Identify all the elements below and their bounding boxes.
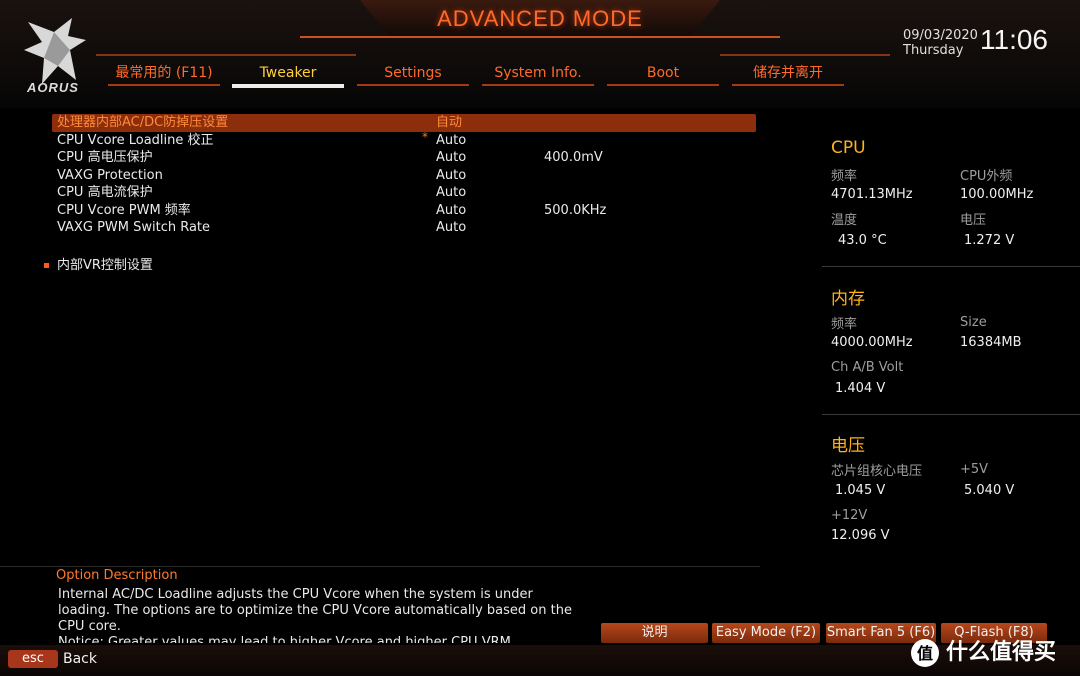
- watermark-logo-icon: 值: [911, 639, 939, 667]
- memory-title: 内存: [831, 289, 865, 309]
- setting-value: 自动: [436, 115, 463, 130]
- cpu-freq: 4701.13MHz: [831, 187, 913, 202]
- submenu-bullet-icon: [44, 263, 49, 268]
- setting-row-vaxg-protection[interactable]: VAXG Protection Auto: [52, 167, 756, 185]
- easy-mode-button[interactable]: Easy Mode (F2): [712, 623, 820, 643]
- submenu-label: 内部VR控制设置: [57, 258, 153, 273]
- settings-list: 处理器内部AC/DC防掉压设置 自动 CPU Vcore Loadline 校正…: [52, 114, 756, 237]
- cpu-bclk-label: CPU外频: [960, 169, 1013, 184]
- title-underline: [300, 36, 780, 38]
- p5v-value: 5.040 V: [964, 483, 1015, 498]
- description-body-cut: Notice: Greater values may lead to highe…: [58, 635, 511, 643]
- memory-panel: 内存 频率 Size 4000.00MHz 16384MB Ch A/B Vol…: [822, 284, 1080, 415]
- tab-boot[interactable]: Boot: [607, 60, 719, 88]
- back-label: Back: [63, 651, 97, 667]
- cpu-volt-label: 电压: [960, 213, 987, 228]
- memory-size: 16384MB: [960, 335, 1022, 350]
- help-button[interactable]: 说明: [601, 623, 708, 643]
- watermark-text: 什么值得买: [946, 640, 1057, 665]
- weekday: Thursday: [903, 43, 964, 58]
- page-title: ADVANCED MODE: [437, 6, 643, 31]
- setting-label: CPU Vcore Loadline 校正: [57, 132, 214, 148]
- clock: 11:06: [980, 24, 1048, 55]
- tab-save-exit[interactable]: 储存并离开: [732, 60, 844, 88]
- cpu-volt: 1.272 V: [964, 233, 1015, 248]
- modified-star-icon: *: [422, 129, 428, 144]
- setting-value: Auto: [436, 150, 467, 165]
- p12v-value: 12.096 V: [831, 528, 890, 543]
- cpu-temp: 43.0 °C: [838, 233, 887, 248]
- panel-divider: [822, 266, 1080, 267]
- description-text: Internal AC/DC Loadline adjusts the CPU …: [58, 587, 578, 643]
- voltage-panel: 电压 芯片组核心电压 +5V 1.045 V 5.040 V +12V 12.0…: [822, 431, 1080, 551]
- aorus-logo-text: AORUS: [27, 80, 79, 95]
- date: 09/03/2020: [903, 28, 978, 43]
- watermark: 值 什么值得买: [910, 634, 1057, 667]
- setting-current-value: 500.0KHz: [544, 202, 607, 218]
- setting-row-cpu-ocp[interactable]: CPU 高电流保护 Auto: [52, 184, 756, 202]
- setting-label: 处理器内部AC/DC防掉压设置: [57, 115, 229, 130]
- svg-text:值: 值: [917, 644, 933, 663]
- date-display: 09/03/2020 Thursday: [903, 28, 978, 58]
- p12v-label: +12V: [831, 508, 868, 523]
- setting-value: Auto: [436, 167, 467, 183]
- setting-value: Auto: [436, 220, 467, 235]
- cpu-panel: CPU 频率 CPU外频 4701.13MHz 100.00MHz 温度 电压 …: [822, 138, 1080, 268]
- setting-label: CPU 高电压保护: [57, 150, 153, 165]
- setting-value: Auto: [436, 185, 467, 200]
- description-title: Option Description: [56, 568, 178, 583]
- chipset-volt: 1.045 V: [835, 483, 886, 498]
- setting-current-value: 400.0mV: [544, 150, 603, 165]
- cpu-bclk: 100.00MHz: [960, 187, 1034, 202]
- chipset-volt-label: 芯片组核心电压: [831, 464, 923, 479]
- setting-label: VAXG PWM Switch Rate: [57, 220, 211, 235]
- setting-label: VAXG Protection: [57, 167, 163, 183]
- deco-line-left: [96, 54, 356, 56]
- memory-size-label: Size: [960, 315, 987, 330]
- setting-label: CPU Vcore PWM 频率: [57, 202, 191, 218]
- setting-value: Auto: [436, 132, 467, 148]
- setting-row-vcore-loadline[interactable]: CPU Vcore Loadline 校正 * Auto: [52, 129, 756, 150]
- submenu-vr-settings[interactable]: 内部VR控制设置: [44, 254, 153, 273]
- description-body: Internal AC/DC Loadline adjusts the CPU …: [58, 587, 572, 634]
- tab-tweaker[interactable]: Tweaker: [232, 60, 344, 88]
- setting-row-vaxg-pwm[interactable]: VAXG PWM Switch Rate Auto: [52, 219, 756, 237]
- memory-freq-label: 频率: [831, 317, 858, 332]
- esc-key-button[interactable]: esc: [8, 650, 58, 668]
- voltage-title: 电压: [831, 436, 865, 456]
- deco-line-right: [720, 54, 890, 56]
- panel-divider: [822, 414, 1080, 415]
- setting-row-acdc-loadline[interactable]: 处理器内部AC/DC防掉压设置 自动: [52, 114, 756, 132]
- tab-system-info[interactable]: System Info.: [482, 60, 594, 88]
- setting-row-cpu-ovp[interactable]: CPU 高电压保护 Auto 400.0mV: [52, 149, 756, 167]
- cpu-title: CPU: [831, 138, 866, 158]
- memory-freq: 4000.00MHz: [831, 335, 913, 350]
- tab-settings[interactable]: Settings: [357, 60, 469, 88]
- p5v-label: +5V: [960, 462, 989, 477]
- cpu-temp-label: 温度: [831, 213, 858, 228]
- memory-volt: 1.404 V: [835, 381, 886, 396]
- setting-label: CPU 高电流保护: [57, 185, 153, 200]
- cpu-freq-label: 频率: [831, 169, 858, 184]
- setting-value: Auto: [436, 202, 467, 218]
- memory-volt-label: Ch A/B Volt: [831, 360, 904, 375]
- tab-favorites[interactable]: 最常用的 (F11): [108, 60, 220, 88]
- description-divider: [0, 566, 760, 567]
- setting-row-vcore-pwm[interactable]: CPU Vcore PWM 频率 Auto 500.0KHz: [52, 202, 756, 220]
